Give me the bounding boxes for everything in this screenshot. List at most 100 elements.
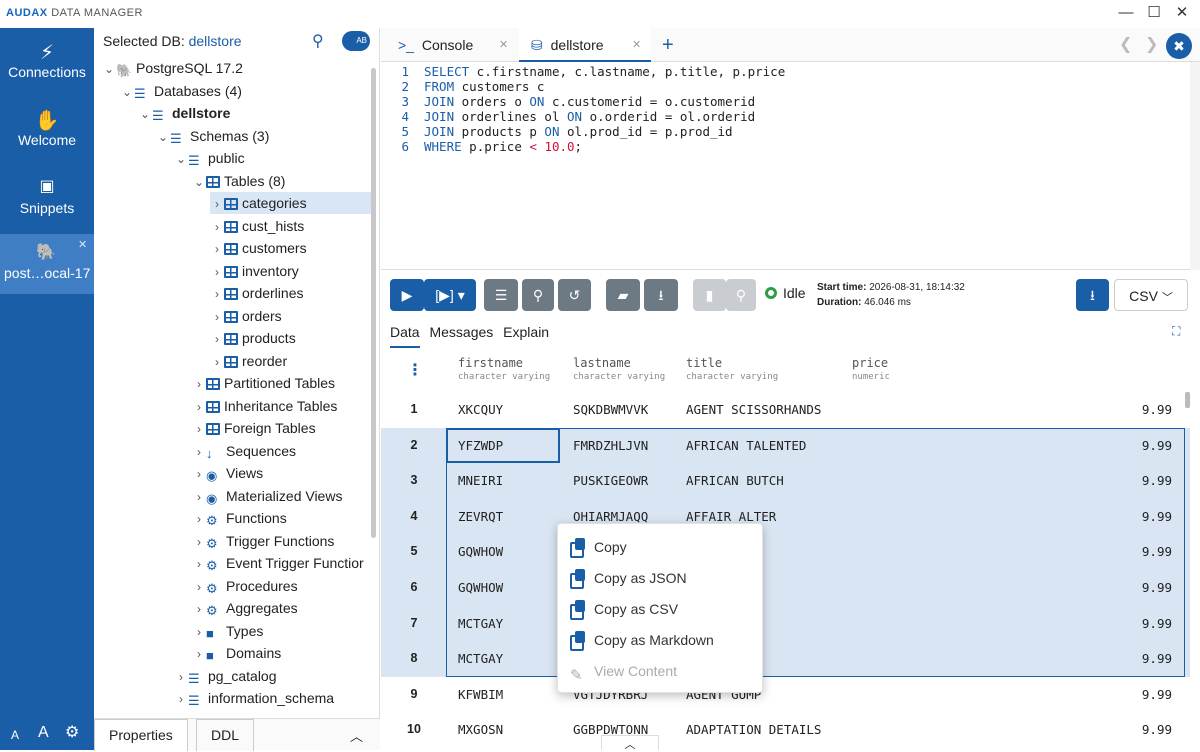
editor-scrollbar[interactable] [1190,62,1200,270]
chevron-down-icon[interactable]: ⌄ [120,81,134,103]
close-tab-icon[interactable]: ✕ [499,28,508,62]
chevron-down-icon[interactable]: ⌄ [156,126,170,148]
selected-db-name[interactable]: dellstore [189,33,242,49]
tree-item[interactable]: ⌄ ☰ Schemas (3) [156,125,372,147]
cell-firstname[interactable]: GQWHOW [458,570,503,606]
tree-item[interactable]: › ⚙ Event Trigger Functior [192,552,372,574]
tab-console[interactable]: >_ Console ✕ [381,28,519,62]
chevron-right-icon[interactable]: › [192,621,206,643]
cell-firstname[interactable]: XKCQUY [458,392,503,428]
code-line[interactable]: 4 JOIN orderlines ol ON o.orderid = ol.or… [381,109,755,124]
tab-explain[interactable]: Explain [503,324,549,340]
cell-lastname[interactable]: SQKDBWMVVK [573,392,648,428]
expand-icon[interactable]: ⛶ [1172,324,1180,339]
cell-firstname[interactable]: KFWBIM [458,677,503,713]
chart-button[interactable]: ▮ [693,279,726,311]
tree-item[interactable]: › customers [210,237,372,259]
chevron-right-icon[interactable]: › [174,666,188,688]
maximize-button[interactable]: ☐ [1140,2,1168,24]
settings-gear-icon[interactable]: ⚙ [65,722,79,742]
cell-title[interactable]: ADAPTATION DETAILS [686,712,821,748]
tree-item[interactable]: ⌄ 🐘 PostgreSQL 17.2 [102,57,372,79]
tree-item[interactable]: › orderlines [210,282,372,304]
tree-item[interactable]: › ⚙ Trigger Functions [192,530,372,552]
nav-snippets[interactable]: ▣ Snippets [0,176,94,216]
code-line[interactable]: 1 SELECT c.firstname, c.lastname, p.title… [381,64,785,79]
chevron-right-icon[interactable]: › [192,531,206,553]
font-size-small-button[interactable]: A [11,728,19,742]
table-row[interactable]: 2 YFZWDP FMRDZHLJVN AFRICAN TALENTED 9.99 [381,427,1190,464]
tree-item[interactable]: ⌄ ☰ dellstore [138,102,372,124]
ab-toggle[interactable]: AB [342,31,370,51]
tree-item[interactable]: › categories [210,192,372,214]
sql-editor[interactable]: 1 SELECT c.firstname, c.lastname, p.title… [381,62,1200,270]
cell-price[interactable]: 9.99 [1142,534,1172,570]
cell-price[interactable]: 9.99 [1142,463,1172,499]
tree-item[interactable]: › ◉ Views [192,462,372,484]
tree-scrollbar[interactable] [371,68,376,538]
tree-item[interactable]: › ☰ pg_catalog [174,665,372,687]
code-line[interactable]: 2 FROM customers c [381,79,544,94]
cell-firstname[interactable]: MXGOSN [458,712,503,748]
cell-firstname[interactable]: MCTGAY [458,641,503,677]
export-format-select[interactable]: CSV ﹀ [1114,279,1188,311]
cell-price[interactable]: 9.99 [1142,677,1172,713]
chevron-right-icon[interactable]: › [192,553,206,575]
code-line[interactable]: 5 JOIN products p ON ol.prod_id = p.prod_… [381,124,732,139]
chevron-right-icon[interactable]: › [192,441,206,463]
save-file-button[interactable]: ⭳ [644,279,678,311]
chevron-right-icon[interactable]: › [192,486,206,508]
tree-item[interactable]: › ⚙ Aggregates [192,597,372,619]
tree-item[interactable]: › Foreign Tables [192,417,372,439]
tab-ddl[interactable]: DDL [196,719,255,751]
menu-copy-markdown[interactable]: Copy as Markdown [570,628,714,652]
chevron-right-icon[interactable]: › [192,373,206,395]
find-button[interactable]: ⚲ [522,279,554,311]
cell-firstname[interactable]: MCTGAY [458,606,503,642]
cell-firstname[interactable]: YFZWDP [458,428,503,464]
table-row[interactable]: 4 ZEVRQT OHIARMJAQQ AFFAIR ALTER 9.99 [381,498,1190,535]
tree-item[interactable]: › products [210,327,372,349]
code-line[interactable]: 3 JOIN orders o ON c.customerid = o.custo… [381,94,755,109]
tree-item[interactable]: › ↓ Sequences [192,440,372,462]
cell-price[interactable]: 9.99 [1142,712,1172,748]
chevron-right-icon[interactable]: › [192,598,206,620]
chevron-right-icon[interactable]: › [192,396,206,418]
grid-collapse-icon[interactable]: ︿ [601,735,659,751]
close-tab-icon[interactable]: ✕ [632,28,641,62]
menu-copy-csv[interactable]: Copy as CSV [570,597,678,621]
tree-item[interactable]: ⌄ Tables (8) [192,170,372,192]
tree-item[interactable]: › cust_hists [210,215,372,237]
table-row[interactable]: 6GQWHOWING9.99 [381,570,1190,606]
chevron-right-icon[interactable]: › [192,418,206,440]
tree-item[interactable]: › Inheritance Tables [192,395,372,417]
tree-item[interactable]: ⌄ ☰ Databases (4) [120,80,372,102]
menu-copy-json[interactable]: Copy as JSON [570,566,687,590]
chevron-right-icon[interactable]: › [210,283,224,305]
chevron-right-icon[interactable]: › [210,351,224,373]
column-menu-icon[interactable]: ⋮ [407,360,423,380]
open-file-button[interactable]: ▰ [606,279,640,311]
cell-firstname[interactable]: GQWHOW [458,534,503,570]
cell-title[interactable]: AFRICAN BUTCH [686,463,784,499]
tree-item[interactable]: › ⚙ Functions [192,507,372,529]
table-row[interactable]: 5GQWHOWNCUT9.99 [381,534,1190,570]
chevron-right-icon[interactable]: › [192,643,206,665]
grid-scrollbar[interactable] [1185,392,1190,408]
tree-item[interactable]: › ⚙ Procedures [192,575,372,597]
table-row[interactable]: 1 XKCQUY SQKDBWMVVK AGENT SCISSORHANDS 9.99 [381,392,1190,428]
code-line[interactable]: 6 WHERE p.price < 10.0; [381,139,582,154]
chevron-down-icon[interactable]: ⌄ [192,171,206,193]
column-header[interactable]: lastname character varying [573,356,665,382]
menu-copy[interactable]: Copy [570,535,627,559]
tree-item[interactable]: › ■ Domains [192,642,372,664]
chevron-right-icon[interactable]: › [210,216,224,238]
chevron-right-icon[interactable]: › [210,238,224,260]
column-header[interactable]: title character varying [686,356,778,382]
run-button[interactable]: ▶ [390,279,424,311]
cell-lastname[interactable]: PUSKIGEOWR [573,463,648,499]
run-step-button[interactable]: [▶] ▾ [424,279,476,311]
scroll-right-icon[interactable]: ❯ [1145,34,1158,54]
history-button[interactable]: ↺ [558,279,591,311]
zoom-button[interactable]: ⚲ [726,279,756,311]
